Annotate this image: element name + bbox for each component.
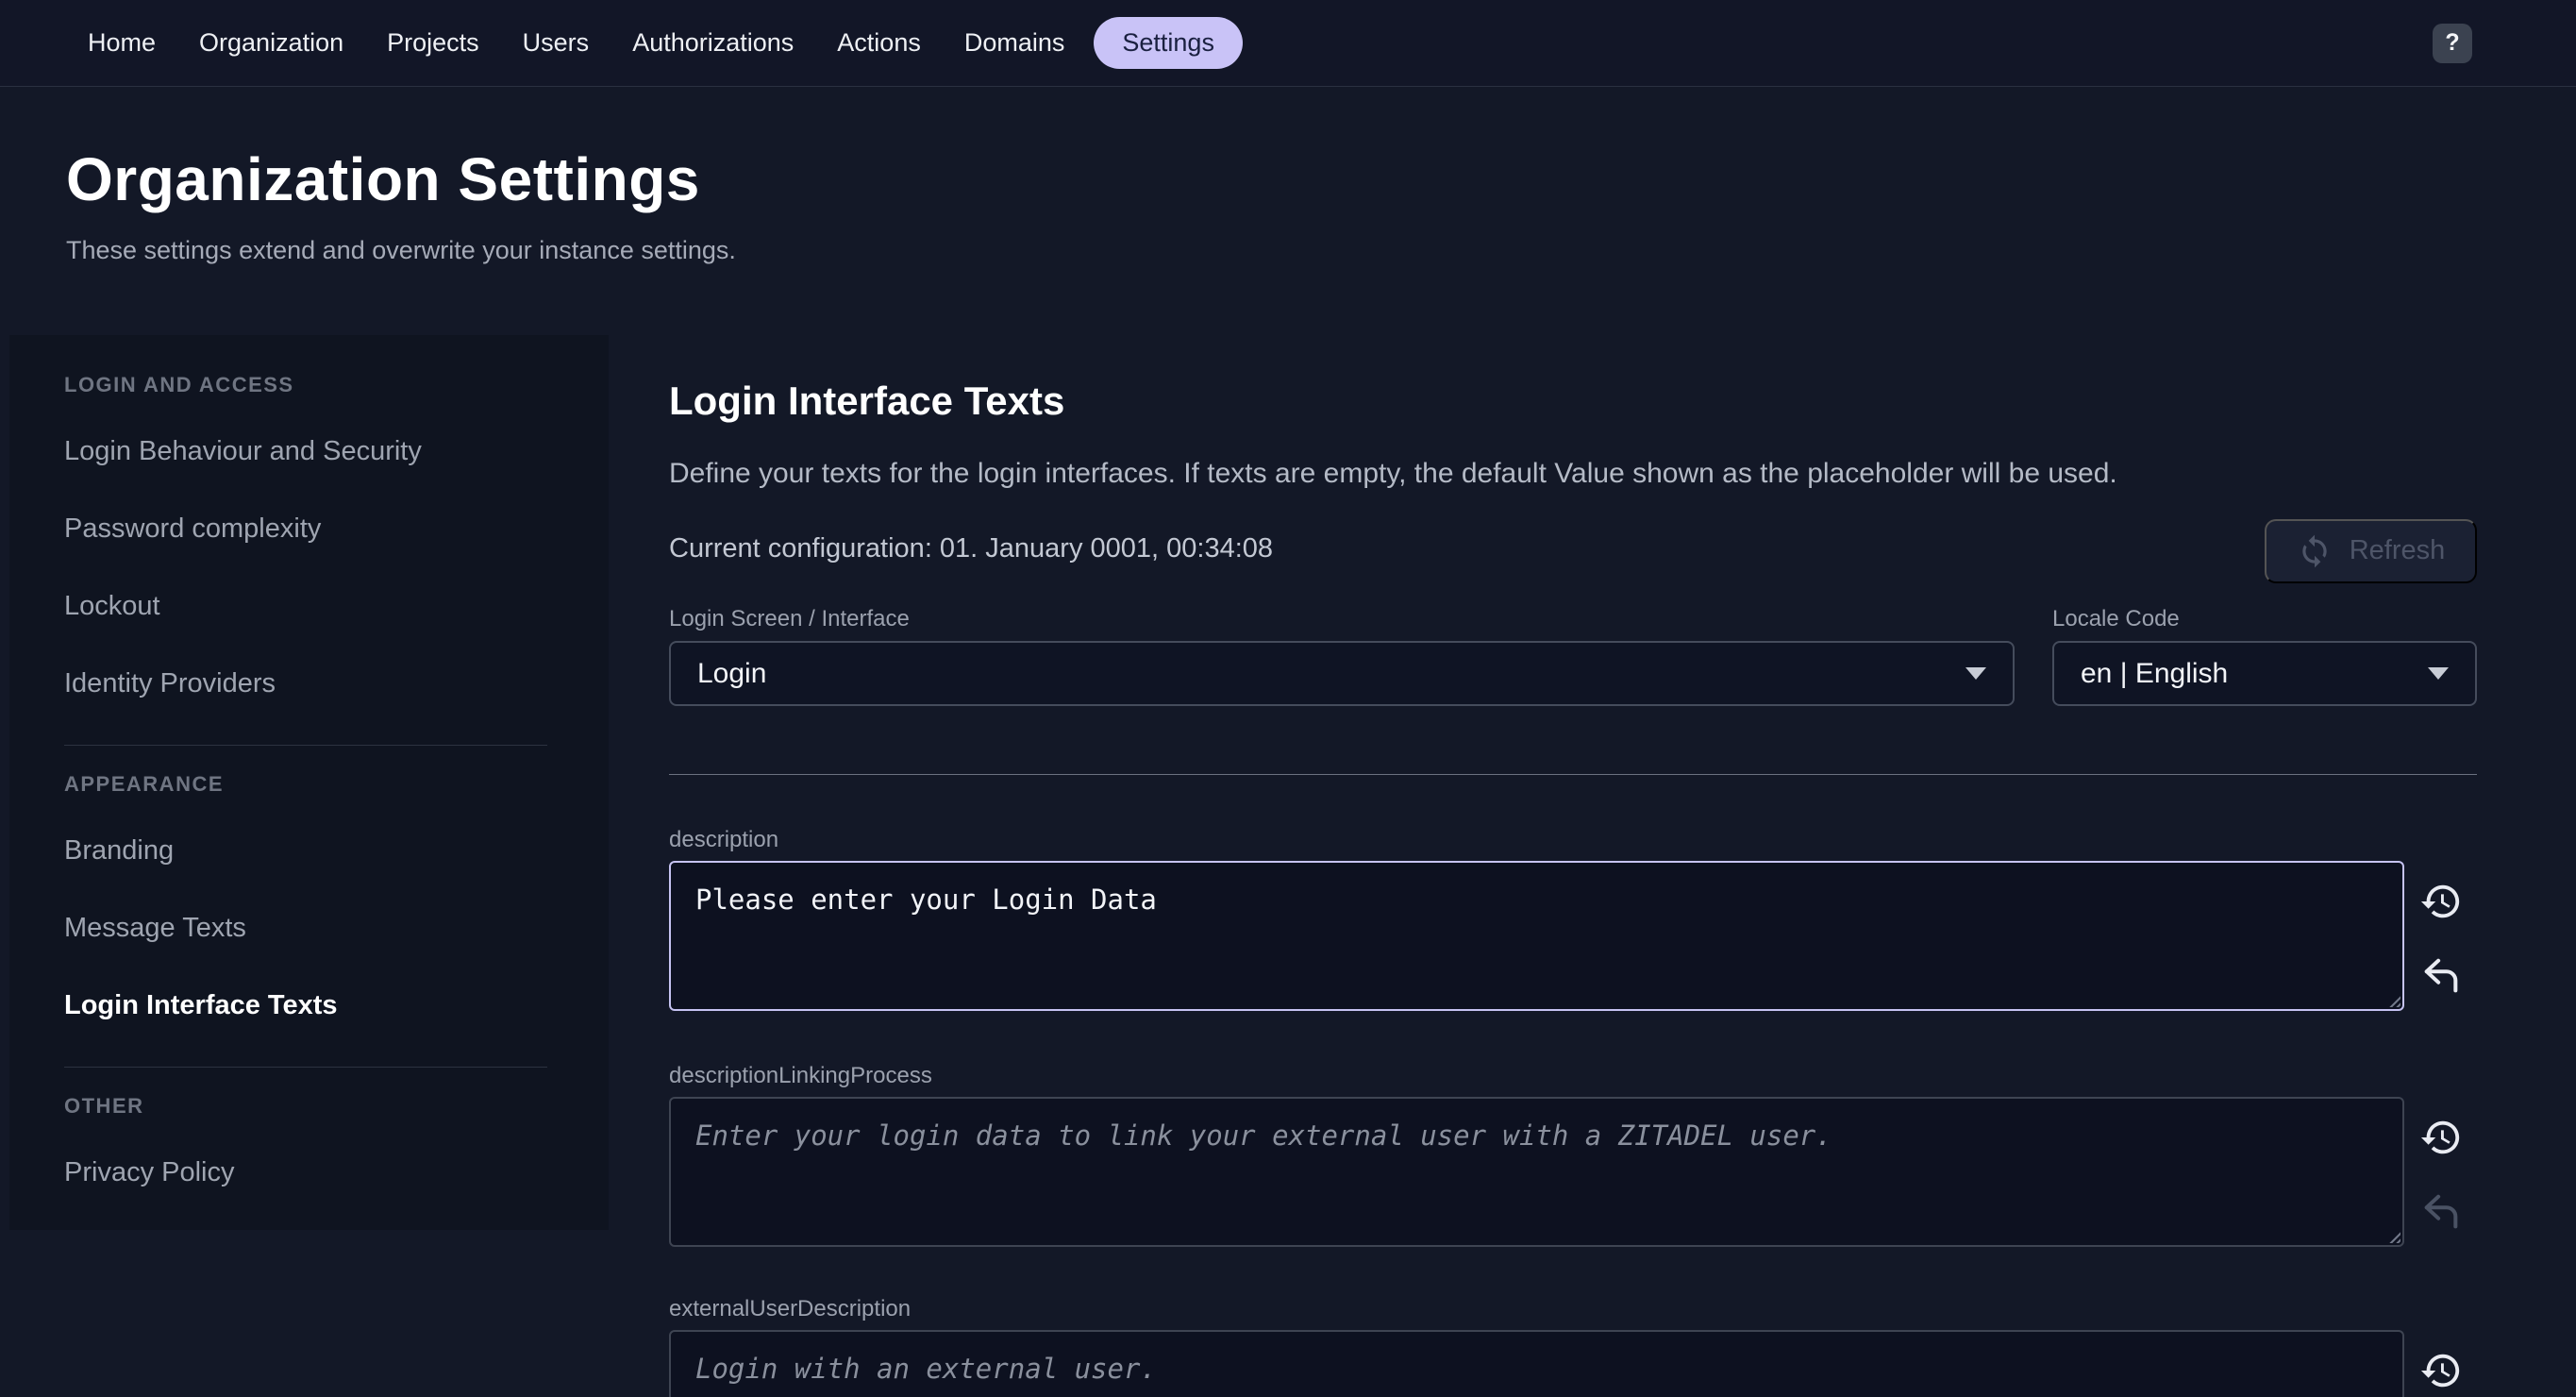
question-mark-icon: ? <box>2445 29 2459 57</box>
sidebar-item-privacy-policy[interactable]: Privacy Policy <box>9 1134 609 1211</box>
undo-icon <box>2419 1190 2463 1234</box>
sidebar-item-login-behaviour-and-security[interactable]: Login Behaviour and Security <box>9 412 609 490</box>
page-title: Organization Settings <box>66 143 2576 216</box>
sidebar-item-password-complexity[interactable]: Password complexity <box>9 490 609 567</box>
sidebar-section-login-and-access: LOGIN AND ACCESS <box>64 373 609 397</box>
locale-select[interactable]: en | English <box>2052 641 2477 706</box>
sidebar-divider <box>64 1067 547 1068</box>
description-linking-process-field-label: descriptionLinkingProcess <box>669 1062 2477 1090</box>
nav-item-users[interactable]: Users <box>501 17 611 69</box>
history-icon[interactable] <box>2419 880 2463 923</box>
nav-item-domains[interactable]: Domains <box>943 17 1087 69</box>
description-linking-process-textarea[interactable] <box>669 1097 2404 1247</box>
current-configuration-text: Current configuration: 01. January 0001,… <box>669 530 2477 567</box>
section-description: Define your texts for the login interfac… <box>669 454 2477 494</box>
chevron-down-icon <box>2428 667 2449 680</box>
nav-item-projects[interactable]: Projects <box>365 17 501 69</box>
top-navigation: Home Organization Projects Users Authori… <box>0 0 2576 87</box>
main-panel: Login Interface Texts Define your texts … <box>669 335 2477 1397</box>
screen-select[interactable]: Login <box>669 641 2015 706</box>
nav-item-settings[interactable]: Settings <box>1094 17 1243 69</box>
history-icon[interactable] <box>2419 1349 2463 1392</box>
nav-item-actions[interactable]: Actions <box>815 17 943 69</box>
locale-select-value: en | English <box>2081 658 2228 690</box>
screen-select-value: Login <box>697 658 766 690</box>
settings-sidebar: LOGIN AND ACCESS Login Behaviour and Sec… <box>9 335 609 1230</box>
nav-item-authorizations[interactable]: Authorizations <box>611 17 815 69</box>
history-icon[interactable] <box>2419 1116 2463 1159</box>
refresh-button-label: Refresh <box>2350 535 2446 566</box>
refresh-button[interactable]: Refresh <box>2265 519 2477 583</box>
chevron-down-icon <box>1965 667 1986 680</box>
undo-icon[interactable] <box>2419 954 2463 998</box>
description-textarea[interactable]: Please enter your Login Data <box>669 861 2404 1011</box>
sidebar-section-other: OTHER <box>64 1094 609 1119</box>
form-divider <box>669 774 2477 775</box>
page-subtitle: These settings extend and overwrite your… <box>66 233 2576 269</box>
description-field-label: description <box>669 826 2477 854</box>
refresh-icon <box>2297 533 2333 569</box>
section-title: Login Interface Texts <box>669 377 2477 427</box>
screen-select-label: Login Screen / Interface <box>669 605 2015 633</box>
sidebar-section-appearance: APPEARANCE <box>64 772 609 797</box>
locale-select-label: Locale Code <box>2052 605 2477 633</box>
nav-item-organization[interactable]: Organization <box>177 17 365 69</box>
external-user-description-textarea[interactable] <box>669 1330 2404 1397</box>
sidebar-item-lockout[interactable]: Lockout <box>9 567 609 645</box>
sidebar-item-login-interface-texts[interactable]: Login Interface Texts <box>9 967 609 1044</box>
sidebar-item-message-texts[interactable]: Message Texts <box>9 889 609 967</box>
sidebar-divider <box>64 745 547 746</box>
sidebar-item-identity-providers[interactable]: Identity Providers <box>9 645 609 722</box>
sidebar-item-branding[interactable]: Branding <box>9 812 609 889</box>
page-header: Organization Settings These settings ext… <box>0 143 2576 269</box>
nav-item-home[interactable]: Home <box>66 17 177 69</box>
help-button[interactable]: ? <box>2433 24 2472 63</box>
external-user-description-field-label: externalUserDescription <box>669 1295 2477 1323</box>
